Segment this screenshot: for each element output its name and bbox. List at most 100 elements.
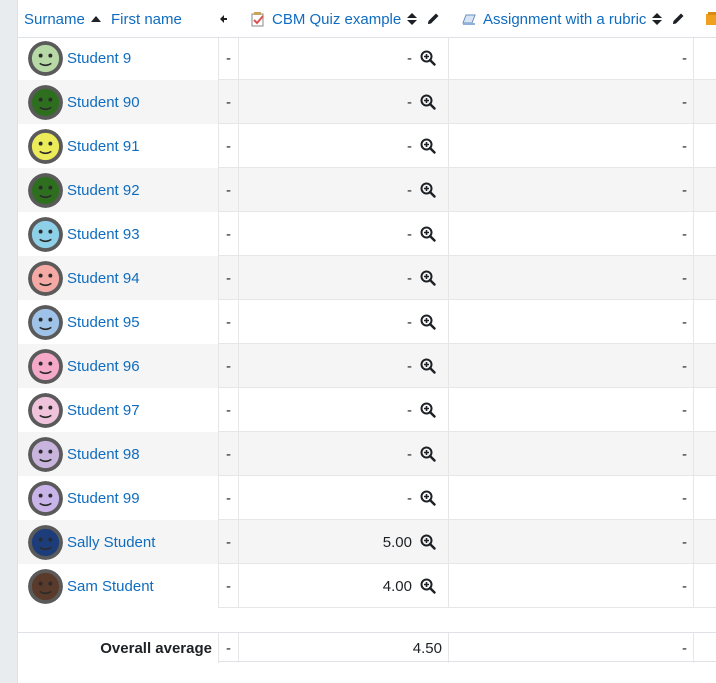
avatar[interactable] — [28, 436, 63, 472]
student-name-link[interactable]: Student 90 — [67, 94, 140, 111]
quiz-grade-value[interactable]: - — [407, 402, 412, 419]
student-name-link[interactable]: Student 97 — [67, 402, 140, 419]
table-row: Student 9 - - - — [18, 36, 716, 80]
quiz-grade-value[interactable]: - — [407, 490, 412, 507]
next-activity-icon — [706, 12, 716, 25]
zoom-in-icon[interactable] — [420, 534, 436, 550]
zoom-in-icon[interactable] — [420, 138, 436, 154]
rubric-grade-cell[interactable]: - — [449, 300, 694, 344]
avatar[interactable] — [28, 216, 63, 252]
col-a-cell: - — [218, 344, 239, 388]
avatar[interactable] — [28, 260, 63, 296]
zoom-in-icon[interactable] — [420, 314, 436, 330]
rubric-grade-cell[interactable]: - — [449, 168, 694, 212]
zoom-in-icon[interactable] — [420, 182, 436, 198]
col-a-cell: - — [218, 80, 239, 124]
overall-average-row: Overall average - 4.50 - — [18, 632, 716, 663]
student-name-cell: Student 91 — [18, 124, 218, 168]
avatar[interactable] — [28, 480, 63, 516]
quiz-grade-value[interactable]: - — [407, 314, 412, 331]
edit-rubric-icon[interactable] — [670, 11, 686, 27]
rubric-grade-cell[interactable]: - — [449, 256, 694, 300]
rubric-grade-cell[interactable]: - — [449, 124, 694, 168]
col-a-cell: - — [218, 168, 239, 212]
avatar[interactable] — [28, 40, 63, 76]
quiz-grade-cell: - — [239, 432, 449, 476]
avatar[interactable] — [28, 524, 63, 560]
student-name-link[interactable]: Student 98 — [67, 446, 140, 463]
quiz-grade-value[interactable]: 4.00 — [383, 578, 412, 595]
col-a-cell: - — [218, 432, 239, 476]
avatar[interactable] — [28, 128, 63, 164]
rubric-grade-cell[interactable]: - — [449, 80, 694, 124]
rubric-grade-cell[interactable]: - — [449, 520, 694, 564]
student-name-link[interactable]: Student 94 — [67, 270, 140, 287]
quiz-grade-value[interactable]: - — [407, 446, 412, 463]
avatar-face-icon — [28, 40, 63, 76]
avatar[interactable] — [28, 172, 63, 208]
quiz-grade-cell: - — [239, 212, 449, 256]
student-name-cell: Student 93 — [18, 212, 218, 256]
rubric-grade-cell[interactable]: - — [449, 388, 694, 432]
sort-rubric-icon[interactable] — [652, 13, 663, 25]
collapse-icon[interactable] — [218, 13, 228, 25]
quiz-grade-value[interactable]: - — [407, 358, 412, 375]
zoom-in-icon[interactable] — [420, 270, 436, 286]
zoom-in-icon[interactable] — [420, 358, 436, 374]
student-name-cell: Sam Student — [18, 564, 218, 608]
avatar[interactable] — [28, 304, 63, 340]
quiz-column-link[interactable]: CBM Quiz example — [272, 11, 401, 28]
student-name-link[interactable]: Sam Student — [67, 578, 154, 595]
average-quiz: 4.50 — [239, 633, 449, 663]
student-name-link[interactable]: Student 99 — [67, 490, 140, 507]
rubric-grade-cell[interactable]: - — [449, 344, 694, 388]
zoom-in-icon[interactable] — [420, 402, 436, 418]
student-name-link[interactable]: Student 96 — [67, 358, 140, 375]
sort-quiz-icon[interactable] — [407, 13, 418, 25]
zoom-in-icon[interactable] — [420, 446, 436, 462]
student-name-link[interactable]: Student 95 — [67, 314, 140, 331]
edit-quiz-icon[interactable] — [425, 11, 441, 27]
average-rubric: - — [449, 633, 694, 663]
quiz-grade-value[interactable]: 5.00 — [383, 534, 412, 551]
student-name-link[interactable]: Student 9 — [67, 50, 131, 67]
sort-surname-link[interactable]: Surname — [24, 11, 85, 28]
rubric-column-link[interactable]: Assignment with a rubric — [483, 11, 646, 28]
zoom-in-icon[interactable] — [420, 226, 436, 242]
rubric-grade-cell[interactable]: - — [449, 212, 694, 256]
quiz-grade-value[interactable]: - — [407, 50, 412, 67]
avatar[interactable] — [28, 392, 63, 428]
avatar[interactable] — [28, 568, 63, 604]
quiz-grade-value[interactable]: - — [407, 94, 412, 111]
table-row: Student 95 - - - — [18, 300, 716, 344]
student-name-link[interactable]: Student 91 — [67, 138, 140, 155]
surname-header: Surname — [24, 0, 101, 38]
quiz-column-header: CBM Quiz example — [250, 0, 441, 38]
zoom-in-icon[interactable] — [420, 94, 436, 110]
avatar[interactable] — [28, 84, 63, 120]
zoom-in-icon[interactable] — [420, 490, 436, 506]
rubric-grade-cell[interactable]: - — [449, 476, 694, 520]
student-name-link[interactable]: Student 92 — [67, 182, 140, 199]
rubric-column-header: Assignment with a rubric — [461, 0, 686, 38]
student-name-link[interactable]: Student 93 — [67, 226, 140, 243]
rubric-grade-cell[interactable]: - — [449, 36, 694, 80]
rubric-grade-cell[interactable]: - — [449, 432, 694, 476]
quiz-grade-value[interactable]: - — [407, 226, 412, 243]
quiz-grade-value[interactable]: - — [407, 138, 412, 155]
quiz-grade-cell: 5.00 — [239, 520, 449, 564]
quiz-grade-cell: - — [239, 300, 449, 344]
avatar[interactable] — [28, 348, 63, 384]
quiz-grade-value[interactable]: - — [407, 182, 412, 199]
next-column-cell — [694, 476, 716, 520]
zoom-in-icon[interactable] — [420, 50, 436, 66]
quiz-grade-value[interactable]: - — [407, 270, 412, 287]
col-a-cell: - — [218, 256, 239, 300]
zoom-in-icon[interactable] — [420, 578, 436, 594]
sort-asc-icon[interactable] — [90, 16, 101, 22]
sort-firstname-link[interactable]: First name — [111, 11, 182, 28]
rubric-grade-cell[interactable]: - — [449, 564, 694, 608]
student-name-link[interactable]: Sally Student — [67, 534, 155, 551]
left-gutter — [0, 0, 18, 683]
student-name-cell: Student 90 — [18, 80, 218, 124]
